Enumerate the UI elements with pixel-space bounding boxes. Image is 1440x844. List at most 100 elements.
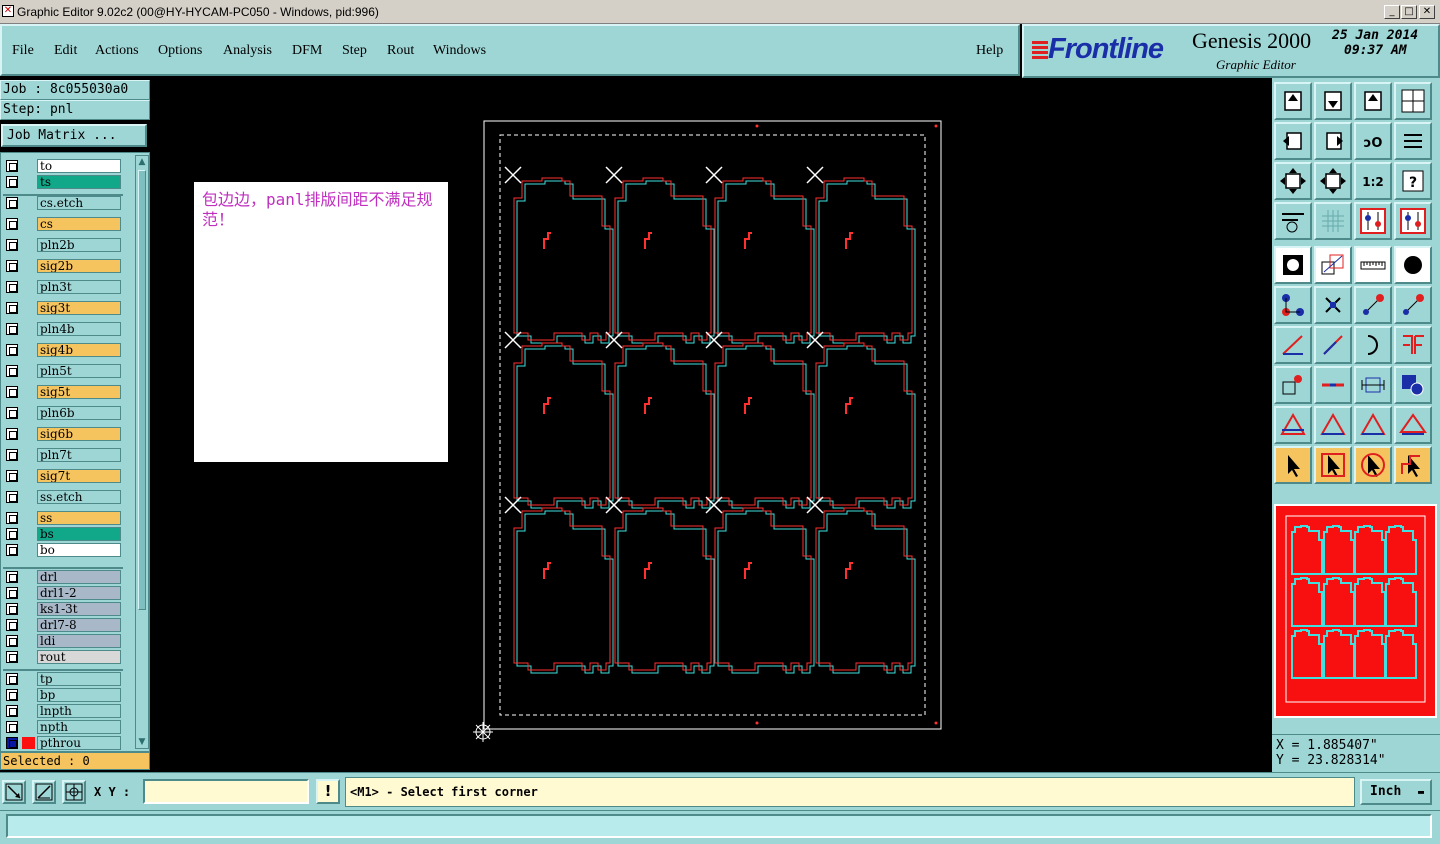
layer-name[interactable]: ss.etch: [37, 490, 121, 504]
layer-checkbox[interactable]: [6, 544, 18, 556]
layer-name[interactable]: pln7t: [37, 448, 121, 462]
help-question-button[interactable]: ?: [1394, 162, 1432, 200]
add-pad-button[interactable]: [1274, 366, 1312, 404]
layer-checkbox[interactable]: [6, 176, 18, 188]
layer-name[interactable]: sig4b: [37, 343, 121, 357]
edit-shape-button[interactable]: [1314, 246, 1352, 284]
layer-row-lnpth[interactable]: lnpth: [3, 704, 121, 718]
select-button[interactable]: [1274, 446, 1312, 484]
layer-checkbox[interactable]: [6, 619, 18, 631]
layer-row-sig7t[interactable]: sig7t: [3, 469, 121, 483]
net-button[interactable]: [1274, 286, 1312, 324]
scroll-up-icon[interactable]: ▲: [136, 156, 148, 168]
layer-name[interactable]: sig3t: [37, 301, 121, 315]
grid-snap-button[interactable]: [62, 780, 86, 804]
layer-row-ts[interactable]: ts: [3, 175, 121, 189]
layer-checkbox[interactable]: [6, 218, 18, 230]
layer-checkbox[interactable]: [6, 239, 18, 251]
maximize-button[interactable]: □: [1401, 5, 1417, 19]
scroll-down-icon[interactable]: ▼: [136, 736, 148, 748]
layer-row-drl[interactable]: drl: [3, 570, 121, 584]
menu-step[interactable]: Step: [342, 43, 367, 59]
layer-row-pln5t[interactable]: pln5t: [3, 364, 121, 378]
layer-name[interactable]: npth: [37, 720, 121, 734]
move-point-button[interactable]: [1394, 286, 1432, 324]
menu-file[interactable]: File: [12, 43, 34, 59]
layer-row-rout[interactable]: rout: [3, 650, 121, 664]
xy-input[interactable]: [143, 779, 309, 804]
copy-button[interactable]: [1394, 366, 1432, 404]
layer-name[interactable]: bs: [37, 527, 121, 541]
pan-left-button[interactable]: [1274, 122, 1312, 160]
layer-checkbox[interactable]: [6, 587, 18, 599]
layer-name[interactable]: ss: [37, 511, 121, 525]
job-matrix-button[interactable]: Job Matrix ...: [1, 124, 147, 147]
layer-checkbox[interactable]: [6, 344, 18, 356]
layer-checkbox[interactable]: [6, 197, 18, 209]
layer-row-pthrou[interactable]: pthrou: [3, 736, 121, 750]
layer-checkbox[interactable]: [6, 407, 18, 419]
mirror-button[interactable]: ↄO: [1354, 122, 1392, 160]
triangle-up-button[interactable]: [1314, 406, 1352, 444]
measure-button[interactable]: [1354, 366, 1392, 404]
layer-name[interactable]: pln6b: [37, 406, 121, 420]
layer-row-cs[interactable]: cs: [3, 217, 121, 231]
layer-name[interactable]: pln3t: [37, 280, 121, 294]
layer-row-sig3t[interactable]: sig3t: [3, 301, 121, 315]
overview-map[interactable]: [1274, 504, 1437, 718]
layer-checkbox[interactable]: [6, 705, 18, 717]
triangle-arrow-button[interactable]: [1354, 406, 1392, 444]
layer-row-sig4b[interactable]: sig4b: [3, 343, 121, 357]
layer-checkbox[interactable]: [6, 260, 18, 272]
zoom-back-button[interactable]: [1314, 82, 1352, 120]
layer-name[interactable]: bo: [37, 543, 121, 557]
layer-name[interactable]: cs: [37, 217, 121, 231]
grid-button[interactable]: [1314, 202, 1352, 240]
split-line-button[interactable]: [1314, 366, 1352, 404]
layer-name[interactable]: to: [37, 159, 121, 173]
layer-row-drl7-8[interactable]: drl7-8: [3, 618, 121, 632]
arc-button[interactable]: [1354, 326, 1392, 364]
layer-checkbox[interactable]: [6, 323, 18, 335]
menu-windows[interactable]: Windows: [433, 43, 486, 59]
select-box-button[interactable]: [1314, 446, 1352, 484]
layer-checkbox[interactable]: [6, 428, 18, 440]
ruler-button[interactable]: [1354, 246, 1392, 284]
layer-checkbox[interactable]: [6, 603, 18, 615]
fit-button[interactable]: [1274, 162, 1312, 200]
redraw-button[interactable]: [1394, 122, 1432, 160]
layer-name[interactable]: cs.etch: [37, 196, 121, 210]
zoom-window-button[interactable]: [1394, 82, 1432, 120]
layer-row-pln2b[interactable]: pln2b: [3, 238, 121, 252]
layer-row-pln6b[interactable]: pln6b: [3, 406, 121, 420]
layer-row-ss[interactable]: ss: [3, 511, 121, 525]
layer-row-sig6b[interactable]: sig6b: [3, 427, 121, 441]
layer-row-bs[interactable]: bs: [3, 527, 121, 541]
cross-button[interactable]: [1314, 286, 1352, 324]
layer-align-button[interactable]: [1394, 202, 1432, 240]
layer-name[interactable]: pln4b: [37, 322, 121, 336]
select-net-button[interactable]: [1394, 446, 1432, 484]
properties-button[interactable]: [1274, 202, 1312, 240]
select-circle-button[interactable]: [1354, 446, 1392, 484]
layer-checkbox[interactable]: [6, 160, 18, 172]
layer-checkbox[interactable]: [6, 386, 18, 398]
layer-name[interactable]: sig6b: [37, 427, 121, 441]
layer-row-bp[interactable]: bp: [3, 688, 121, 702]
pan-right-button[interactable]: [1314, 122, 1352, 160]
layer-row-tp[interactable]: tp: [3, 672, 121, 686]
layer-checkbox[interactable]: [6, 281, 18, 293]
scale-1-2-button[interactable]: 1:2: [1354, 162, 1392, 200]
center-button[interactable]: [1314, 162, 1352, 200]
layer-row-bo[interactable]: bo: [3, 543, 121, 557]
layer-checkbox[interactable]: [6, 689, 18, 701]
layer-name[interactable]: rout: [37, 650, 121, 664]
angle-button[interactable]: [32, 780, 56, 804]
layer-name[interactable]: sig2b: [37, 259, 121, 273]
connect-button[interactable]: [1354, 286, 1392, 324]
snap-button[interactable]: [2, 780, 26, 804]
layer-row-ldi[interactable]: ldi: [3, 634, 121, 648]
layer-checkbox[interactable]: [6, 737, 18, 749]
triangle-button[interactable]: [1274, 406, 1312, 444]
triangle-wide-button[interactable]: [1394, 406, 1432, 444]
